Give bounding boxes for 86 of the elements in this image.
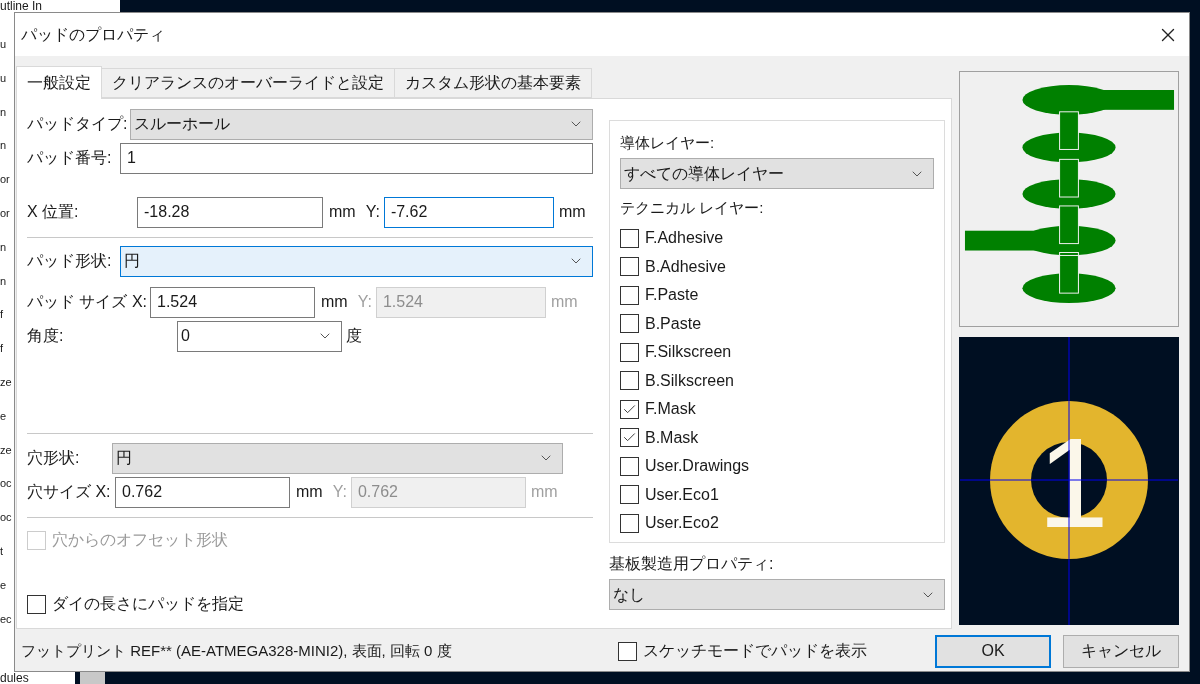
unit-label: mm — [321, 292, 348, 312]
unit-label: mm — [296, 482, 323, 502]
checkbox[interactable] — [620, 399, 639, 419]
layer-checkbox[interactable]: B.Paste — [620, 311, 702, 336]
unit-label: mm — [558, 202, 586, 222]
background-text: u — [0, 37, 8, 52]
checkbox[interactable] — [620, 513, 639, 533]
background-text: or — [0, 206, 11, 221]
background-text: f — [0, 341, 5, 357]
y-label: Y: — [365, 202, 380, 222]
field-label: X 位置: — [27, 202, 80, 222]
background-text: n — [0, 239, 8, 255]
layer-checkbox[interactable]: User.Eco2 — [620, 511, 719, 536]
copper-layers-dropdown[interactable]: すべての導体レイヤー — [620, 158, 934, 189]
x-value-field[interactable]: -18.28 — [137, 196, 323, 228]
field-label: パッド サイズ X: — [27, 292, 148, 312]
x-value-field[interactable]: 1.524 — [150, 286, 315, 318]
field-label: テクニカル レイヤー: — [620, 198, 765, 218]
checkbox[interactable] — [620, 428, 639, 448]
tab[interactable]: カスタム形状の基本要素 — [394, 68, 592, 98]
x-value-field[interactable]: 0.762 — [115, 476, 290, 508]
background-text: ec — [0, 611, 13, 627]
field-label: 穴形状: — [27, 448, 81, 468]
y-label: Y: — [332, 482, 347, 502]
dialog-button[interactable]: OK — [935, 634, 1051, 668]
checkbox[interactable] — [620, 485, 639, 505]
window-title: パッドのプロパティ — [21, 24, 165, 45]
background-text: n — [0, 273, 8, 289]
checkbox[interactable] — [620, 456, 639, 476]
hole-shape-dropdown[interactable]: 円 — [112, 442, 563, 474]
background-text: t — [0, 543, 5, 559]
dialog-button[interactable]: キャンセル — [1063, 634, 1179, 668]
background-text: oc — [0, 476, 13, 492]
checkbox[interactable] — [620, 371, 639, 391]
layer-checkbox[interactable]: User.Drawings — [620, 454, 750, 479]
checkbox[interactable] — [618, 641, 637, 661]
field-label: パッドタイプ: — [27, 114, 129, 134]
layer-checkbox[interactable]: F.Mask — [620, 397, 696, 422]
layer-checkbox[interactable]: B.Adhesive — [620, 254, 726, 279]
field-label: 角度: — [27, 326, 65, 346]
y-value-field[interactable]: -7.62 — [383, 196, 554, 228]
angle-combo-field[interactable]: 0 — [177, 320, 342, 352]
pad-number-field[interactable]: 1 — [120, 142, 593, 174]
background-text: u — [0, 70, 8, 86]
background-text: n — [0, 138, 8, 154]
pad-shape-dropdown[interactable]: 円 — [120, 245, 593, 277]
layer-checkbox[interactable]: F.Silkscreen — [620, 340, 732, 365]
background-text: ze — [0, 374, 13, 390]
checkbox[interactable] — [620, 228, 639, 248]
background-text: utline In — [0, 0, 44, 12]
tab[interactable]: クリアランスのオーバーライドと設定 — [101, 68, 395, 98]
layer-checkbox[interactable]: B.Mask — [620, 425, 699, 450]
unit-label: mm — [550, 292, 578, 312]
layer-checkbox[interactable]: F.Adhesive — [620, 226, 724, 251]
fabrication-dropdown[interactable]: なし — [609, 579, 945, 610]
checkbox[interactable] — [620, 285, 639, 305]
unit-label: mm — [530, 482, 558, 502]
pad-type-dropdown[interactable]: スルーホール — [130, 108, 593, 140]
background-text: n — [0, 104, 8, 120]
field-label: 導体レイヤー: — [620, 133, 716, 153]
die-length-checkbox[interactable]: ダイの長さにパッドを指定 — [27, 592, 244, 616]
status-text: フットプリント REF** (AE-ATMEGA328-MINI2), 表面, 回転 0 度 — [21, 640, 453, 661]
layer-checkbox[interactable]: B.Silkscreen — [620, 368, 734, 393]
background-text: ze — [0, 442, 13, 458]
checkbox[interactable] — [620, 314, 639, 334]
background-text: or — [0, 172, 11, 188]
layer-checkbox[interactable]: F.Paste — [620, 283, 699, 308]
toolbar-background — [80, 672, 105, 684]
unit-label: mm — [329, 202, 356, 222]
field-label: パッド形状: — [27, 251, 113, 271]
sketch-mode-checkbox[interactable]: スケッチモードでパッドを表示 — [618, 639, 867, 663]
field-label: パッド番号: — [27, 148, 113, 168]
background-text: e — [0, 577, 8, 593]
checkbox[interactable] — [620, 342, 639, 362]
checkbox[interactable] — [620, 257, 639, 277]
field-label: 穴サイズ X: — [27, 482, 112, 502]
background-text: dules — [0, 672, 30, 684]
background-text: oc — [0, 510, 13, 526]
field-label: 基板製造用プロパティ: — [609, 554, 775, 574]
layer-checkbox[interactable]: User.Eco1 — [620, 482, 719, 507]
unit-label: 度 — [346, 326, 362, 346]
background-text: f — [0, 307, 5, 323]
tab[interactable]: 一般設定 — [16, 66, 102, 99]
checkbox[interactable] — [27, 594, 46, 614]
y-label: Y: — [357, 292, 372, 312]
background-text: e — [0, 408, 8, 424]
